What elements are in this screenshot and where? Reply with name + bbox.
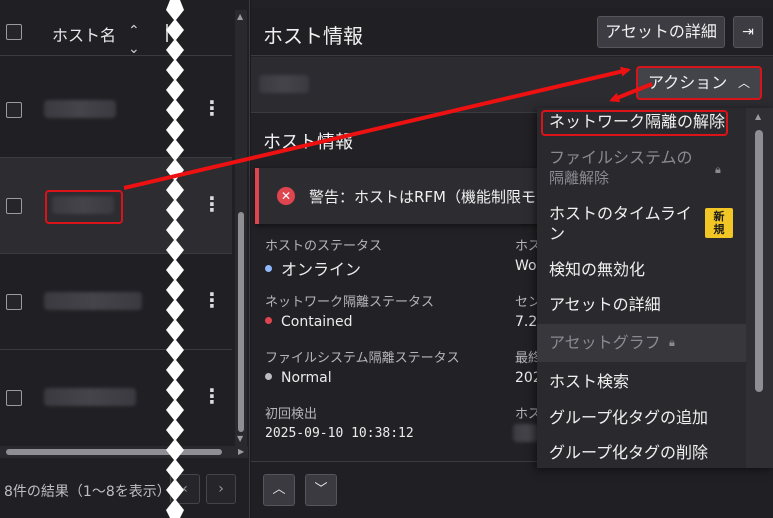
menu-item-add-grouping-tag[interactable]: グループ化タグの追加 [537, 408, 747, 428]
redacted-host-name [44, 388, 136, 406]
torn-edge-graphic [166, 0, 184, 518]
annotation-highlight-box [45, 190, 123, 224]
redacted-host-name [259, 75, 309, 93]
error-circle-icon: ✕ [277, 187, 295, 205]
scroll-up-arrow-icon[interactable]: ▲ [237, 12, 243, 21]
table-footer: 8件の結果（1～8を表示） ‹ › [0, 459, 248, 518]
scroll-up-arrow-icon[interactable]: ▲ [755, 112, 761, 121]
menu-scrollbar[interactable]: ▲ [746, 108, 773, 468]
menu-item-asset-detail[interactable]: アセットの詳細 [537, 295, 747, 315]
kebab-menu-icon[interactable]: ⋮ [202, 194, 222, 214]
next-page-button[interactable]: › [206, 474, 236, 504]
row-checkbox[interactable] [6, 294, 22, 310]
kebab-menu-icon[interactable]: ⋮ [202, 290, 222, 310]
lock-icon: 🔒︎ [669, 336, 675, 349]
host-table-pane: ホスト名 ⌃ ⌄ ⋮ ⋮ ⋮ ⋮ ▲ ▼ ▶ 8件の結果（1～8を表示） ‹ › [0, 0, 250, 518]
first-seen-value: 2025-09-10 10:38:12 [265, 426, 414, 441]
table-row[interactable]: ⋮ [0, 62, 232, 158]
menu-item-host-timeline[interactable]: ホストのタイムライ ン 新規 [537, 204, 747, 244]
kebab-menu-icon[interactable]: ⋮ [202, 386, 222, 406]
fs-isolation-label: ファイルシステム隔離ステータス [265, 351, 460, 366]
contained-dot [265, 316, 272, 324]
menu-item-asset-graph: アセットグラフ 🔒︎ [537, 324, 747, 362]
detail-title: ホスト情報 [263, 24, 363, 48]
menu-item-host-search[interactable]: ホスト検索 [537, 372, 747, 392]
redacted-host-name [44, 292, 142, 310]
menu-item-disable-detection[interactable]: 検知の無効化 [537, 260, 747, 280]
alert-text: 警告：ホストはRFM（機能制限モ [309, 188, 536, 206]
scrollbar-thumb[interactable] [6, 449, 222, 455]
menu-item-remove-grouping-tag[interactable]: グループ化タグの削除 [537, 443, 747, 463]
row-checkbox[interactable] [6, 102, 22, 118]
right-column-value: Wo [515, 258, 537, 274]
redacted-host-name [44, 100, 116, 118]
row-checkbox[interactable] [6, 390, 22, 406]
asset-detail-button[interactable]: アセットの詳細 [597, 16, 725, 48]
network-isolation-label: ネットワーク隔離ステータス [265, 295, 435, 310]
chevron-up-icon: ︿ [737, 76, 750, 90]
prev-host-button[interactable]: ︿ [263, 474, 295, 506]
table-row-selected[interactable]: ⋮ [0, 158, 232, 254]
table-horizontal-scrollbar[interactable]: ▶ [0, 446, 248, 458]
action-menu: ネットワーク隔離の解除 ファイルシステムの 隔離解除 🔒︎ ホストのタイムライ … [537, 108, 773, 468]
lock-icon: 🔒︎ [715, 163, 721, 176]
kebab-menu-icon[interactable]: ⋮ [202, 98, 222, 118]
status-dot [265, 265, 272, 272]
right-column-value: 7.2 [515, 314, 538, 330]
select-all-checkbox[interactable] [6, 24, 22, 40]
status-value: オンライン [265, 256, 361, 280]
detail-footer: ︿ ﹀ [251, 461, 773, 518]
action-button-label: アクション [648, 73, 728, 92]
table-header: ホスト名 ⌃ ⌄ [0, 8, 232, 58]
redacted-value [513, 424, 539, 442]
scrollbar-thumb[interactable] [238, 212, 244, 432]
panel-collapse-icon[interactable]: ⇥ [733, 16, 763, 48]
table-row[interactable]: ⋮ [0, 254, 232, 350]
annotation-highlight-box [541, 110, 728, 136]
fs-isolation-value: Normal [265, 370, 332, 386]
row-checkbox[interactable] [6, 198, 22, 214]
network-isolation-value: Contained [265, 314, 353, 330]
normal-dot [265, 372, 272, 380]
menu-item-release-fs-isolation: ファイルシステムの 隔離解除 🔒︎ [549, 148, 721, 187]
detail-header: ホスト情報 アセットの詳細 ⇥ [251, 8, 773, 56]
scroll-right-arrow-icon[interactable]: ▶ [238, 447, 244, 456]
result-count: 8件の結果（1～8を表示） [4, 484, 171, 500]
new-badge: 新規 [705, 208, 733, 238]
next-host-button[interactable]: ﹀ [305, 474, 337, 506]
scrollbar-thumb[interactable] [755, 130, 763, 392]
status-label: ホストのステータス [265, 239, 383, 254]
action-dropdown-button[interactable]: アクション ︿ [636, 66, 762, 100]
sort-icon[interactable]: ⌃ ⌄ [128, 22, 140, 58]
table-vertical-scrollbar[interactable]: ▲ ▼ [235, 10, 247, 446]
section-title: ホスト情報 [263, 132, 353, 153]
table-row[interactable]: ⋮ [0, 350, 232, 446]
column-header-host-name[interactable]: ホスト名 [52, 22, 116, 46]
first-seen-label: 初回検出 [265, 407, 318, 422]
scroll-down-arrow-icon[interactable]: ▼ [237, 434, 243, 443]
rfm-warning-alert: ✕ 警告：ホストはRFM（機能制限モ [255, 168, 545, 224]
